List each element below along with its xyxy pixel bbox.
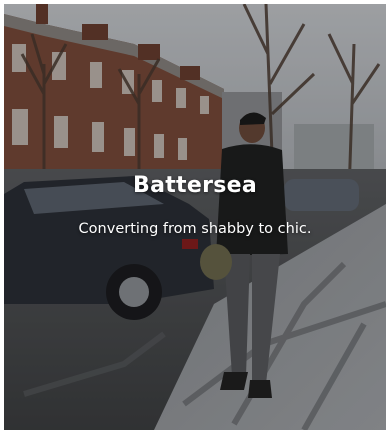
card-subtitle: Converting from shabby to chic. <box>78 221 312 237</box>
card-title: Battersea <box>133 173 257 198</box>
area-card-battersea[interactable]: Battersea Converting from shabby to chic… <box>4 4 386 430</box>
card-caption: Battersea Converting from shabby to chic… <box>4 172 386 239</box>
